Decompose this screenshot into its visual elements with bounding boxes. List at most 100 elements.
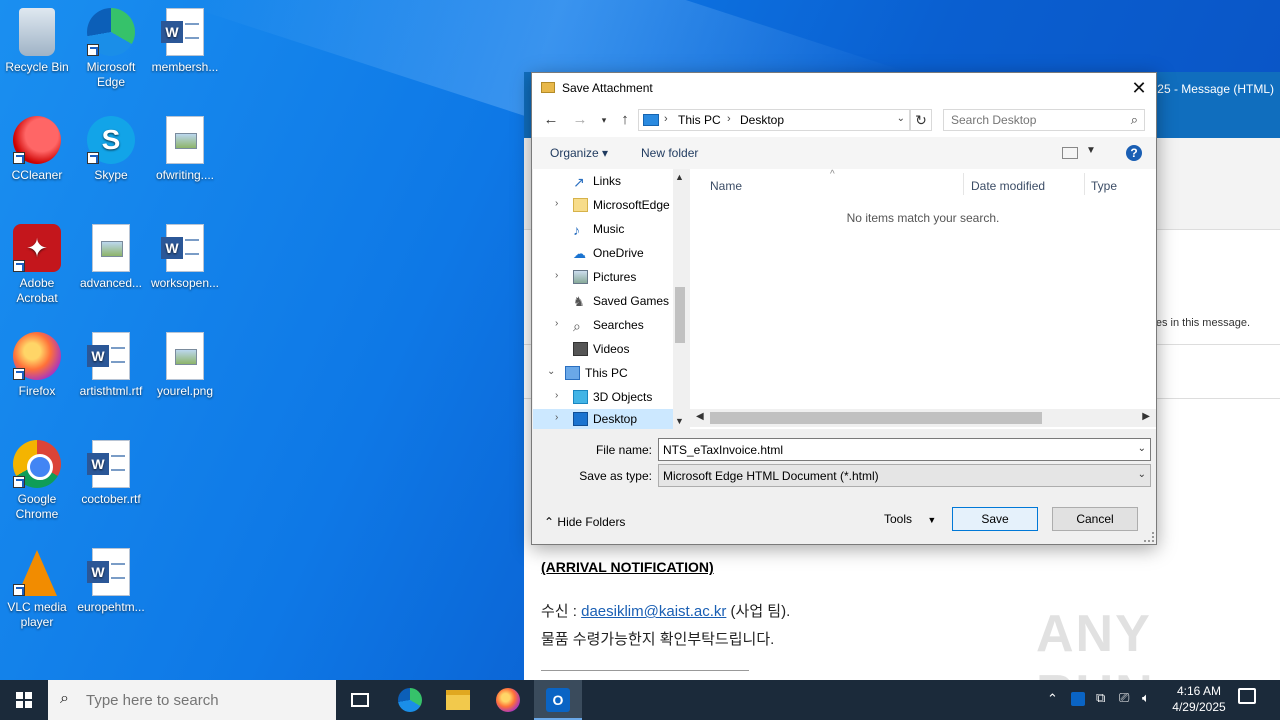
- desktop-icon-skype[interactable]: S Skype: [74, 116, 148, 183]
- desktop-icon-recycle-bin[interactable]: Recycle Bin: [0, 8, 74, 75]
- tree-item-music[interactable]: ♪ Music: [533, 217, 673, 241]
- hide-folders-button[interactable]: ⌃ Hide Folders: [544, 515, 625, 529]
- column-header-date-modified[interactable]: Date modified: [971, 179, 1045, 193]
- column-header-type[interactable]: Type: [1091, 179, 1117, 193]
- help-button[interactable]: ?: [1126, 145, 1142, 161]
- file-name-combobox[interactable]: ⌄: [658, 438, 1151, 461]
- tree-item-microsoftedge[interactable]: › MicrosoftEdge: [533, 193, 673, 217]
- empty-message: No items match your search.: [846, 211, 1000, 225]
- tree-item-desktop[interactable]: › Desktop: [533, 409, 673, 429]
- breadcrumb-desktop[interactable]: Desktop: [740, 113, 784, 127]
- tree-item-pictures[interactable]: › Pictures: [533, 265, 673, 289]
- taskbar-file-explorer[interactable]: [434, 680, 482, 720]
- word-document-icon: W: [87, 332, 130, 380]
- forward-arrow-icon[interactable]: →: [570, 110, 590, 130]
- desktop-icon-chrome[interactable]: Google Chrome: [0, 440, 74, 522]
- chevron-down-icon[interactable]: ⌄: [1138, 443, 1146, 454]
- desktop-icon-ccleaner[interactable]: CCleaner: [0, 116, 74, 183]
- expand-chevron-icon[interactable]: ›: [555, 390, 558, 401]
- desktop-icon-advanced[interactable]: advanced...: [74, 224, 148, 291]
- column-header-name[interactable]: Name: [710, 179, 742, 193]
- scroll-left-arrow-icon[interactable]: ◀: [696, 411, 704, 422]
- outlook-tray-icon[interactable]: [1071, 692, 1085, 706]
- tree-item-links[interactable]: ↗ Links: [533, 169, 673, 193]
- tree-item-searches[interactable]: › ⌕ Searches: [533, 313, 673, 337]
- close-button[interactable]: ✕: [1122, 73, 1156, 103]
- expand-chevron-icon[interactable]: ›: [555, 412, 558, 423]
- search-input[interactable]: [944, 110, 1114, 130]
- tree-item-onedrive[interactable]: ☁ OneDrive: [533, 241, 673, 265]
- start-button[interactable]: [0, 680, 48, 720]
- edge-icon: [87, 8, 135, 56]
- tree-item-saved-games[interactable]: ♞ Saved Games: [533, 289, 673, 313]
- file-name-input[interactable]: [659, 439, 1119, 460]
- tree-scrollbar[interactable]: ▲ ▼: [673, 169, 687, 429]
- desktop-icon-coctober[interactable]: W coctober.rtf: [74, 440, 148, 507]
- save-as-type-select[interactable]: Microsoft Edge HTML Document (*.html) ⌄: [658, 464, 1151, 487]
- chevron-down-icon[interactable]: ⌄: [897, 113, 905, 124]
- desktop-icon-europehtm[interactable]: W europehtm...: [74, 548, 148, 615]
- scrollbar-thumb[interactable]: [710, 412, 1042, 424]
- expand-chevron-icon[interactable]: ›: [555, 270, 558, 281]
- breadcrumb-this-pc[interactable]: This PC: [678, 113, 721, 127]
- recipient-email-link[interactable]: daesiklim@kaist.ac.kr: [581, 603, 726, 620]
- volume-icon[interactable]: 🔈︎: [1142, 690, 1150, 720]
- scroll-down-arrow-icon[interactable]: ▼: [675, 416, 684, 426]
- address-bar[interactable]: › This PC › Desktop ⌄: [638, 109, 910, 131]
- word-document-icon: W: [87, 440, 130, 488]
- up-arrow-icon[interactable]: ↑: [615, 110, 635, 130]
- desktop-icon-yourel[interactable]: yourel.png: [148, 332, 222, 399]
- search-icon: ⌕: [1130, 112, 1138, 127]
- refresh-button[interactable]: ↻: [910, 109, 932, 131]
- chevron-down-icon[interactable]: ▼: [1086, 145, 1096, 156]
- column-separator[interactable]: [1084, 173, 1085, 195]
- taskbar-search-input[interactable]: [86, 688, 326, 712]
- device-icon[interactable]: ⧉: [1096, 690, 1105, 720]
- desktop-icon-membership-doc[interactable]: W membersh...: [148, 8, 222, 75]
- tools-menu-button[interactable]: Tools ▼: [884, 512, 936, 526]
- desktop-icon-label: Microsoft Edge: [86, 60, 136, 89]
- tree-item-videos[interactable]: Videos: [533, 337, 673, 361]
- clock[interactable]: 4:16 AM 4/29/2025: [1162, 683, 1236, 715]
- network-icon[interactable]: ⎚: [1119, 690, 1129, 720]
- scroll-right-arrow-icon[interactable]: ▶: [1142, 411, 1150, 422]
- organize-button[interactable]: Organize ▾: [550, 146, 608, 160]
- back-arrow-icon[interactable]: ←: [541, 110, 561, 130]
- cancel-button[interactable]: Cancel: [1052, 507, 1138, 531]
- view-options-icon[interactable]: [1062, 147, 1078, 159]
- taskbar-outlook[interactable]: O: [534, 680, 582, 720]
- desktop-icon-vlc[interactable]: VLC media player: [0, 548, 74, 630]
- shortcut-arrow-icon: [13, 476, 25, 488]
- desktop-icon-acrobat[interactable]: ✦ Adobe Acrobat: [0, 224, 74, 306]
- notifications-icon[interactable]: [1238, 688, 1256, 704]
- tree-item-this-pc[interactable]: ⌄ This PC: [533, 361, 673, 385]
- taskbar-firefox[interactable]: [484, 680, 532, 720]
- videos-icon: [573, 342, 588, 356]
- desktop-icon-artisthtml[interactable]: W artisthtml.rtf: [74, 332, 148, 399]
- tree-item-3d-objects[interactable]: › 3D Objects: [533, 385, 673, 409]
- taskbar-edge[interactable]: [386, 680, 434, 720]
- collapse-chevron-icon[interactable]: ⌄: [547, 366, 555, 377]
- search-box[interactable]: ⌕: [943, 109, 1145, 131]
- scrollbar-thumb[interactable]: [675, 287, 685, 343]
- new-folder-button[interactable]: New folder: [641, 146, 698, 160]
- task-view-button[interactable]: [336, 680, 384, 720]
- desktop-icon-ofwriting[interactable]: ofwriting....: [148, 116, 222, 183]
- desktop-icon-firefox[interactable]: Firefox: [0, 332, 74, 399]
- chevron-down-icon[interactable]: ⌄: [1138, 469, 1146, 480]
- scroll-up-arrow-icon[interactable]: ▲: [675, 172, 684, 182]
- message-window-title: 25 - Message (HTML): [1157, 82, 1274, 96]
- desktop-icon-worksopen[interactable]: W worksopen...: [148, 224, 222, 291]
- expand-chevron-icon[interactable]: ›: [555, 198, 558, 209]
- file-list-horizontal-scrollbar[interactable]: ◀ ▶: [690, 409, 1156, 427]
- column-separator[interactable]: [963, 173, 964, 195]
- file-name-row: File name: ⌄: [532, 438, 1156, 462]
- recent-locations-chevron-icon[interactable]: ▾: [594, 110, 614, 130]
- resize-grip-icon[interactable]: [1144, 532, 1154, 542]
- desktop-icon-edge[interactable]: Microsoft Edge: [74, 8, 148, 90]
- show-hidden-icons-chevron-icon[interactable]: ⌃: [1047, 691, 1058, 720]
- 3d-objects-cube-icon: [573, 390, 588, 404]
- taskbar-search-box[interactable]: ⌕: [48, 680, 336, 720]
- expand-chevron-icon[interactable]: ›: [555, 318, 558, 329]
- save-button[interactable]: Save: [952, 507, 1038, 531]
